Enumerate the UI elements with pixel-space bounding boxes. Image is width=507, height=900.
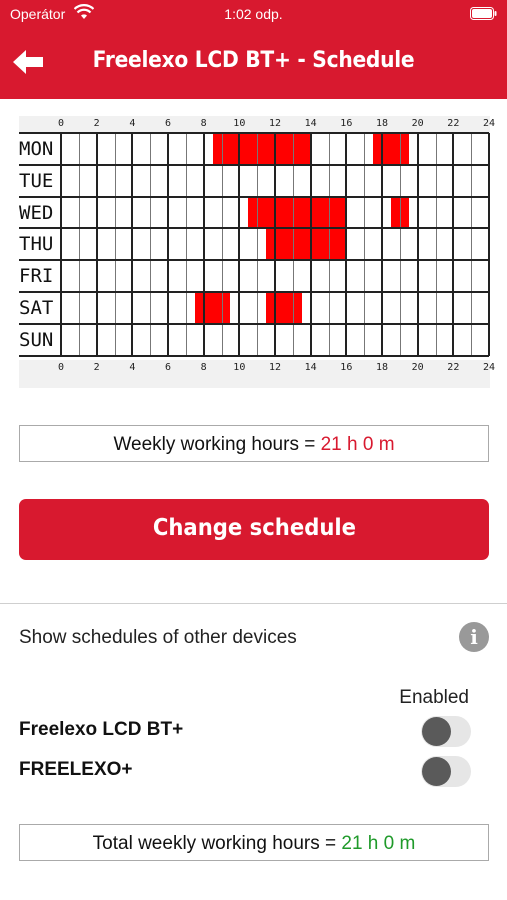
total-hours-value: 21 h 0 m <box>341 833 416 854</box>
hour-tick-label: 22 <box>447 362 460 373</box>
weekly-hours-value: 21 h 0 m <box>320 434 395 455</box>
hour-tick-label: 14 <box>304 362 317 373</box>
change-schedule-label: Change schedule <box>152 515 356 541</box>
hour-tick-label: 12 <box>268 362 282 373</box>
hour-tick-label: 16 <box>340 362 353 373</box>
hour-tick-label: 2 <box>93 362 100 373</box>
page-title: Freelexo LCD BT+ - Schedule <box>92 48 415 73</box>
grid-hline <box>19 259 489 262</box>
day-label-tue: TUE <box>19 169 54 192</box>
schedule-block <box>373 133 409 165</box>
day-label-sun: SUN <box>19 328 54 351</box>
hour-tick-label: 4 <box>129 362 136 373</box>
day-label-mon: MON <box>19 138 54 160</box>
clock: 1:02 odp. <box>224 6 283 22</box>
hour-tick-label: 2 <box>93 118 100 129</box>
toggle-knob <box>422 717 451 746</box>
hour-tick-label: 24 <box>482 362 496 373</box>
grid-hline <box>19 132 489 134</box>
schedule-grid: MON TUE WED THU FRI SAT SUN <box>19 132 490 360</box>
battery-icon <box>470 7 497 20</box>
change-schedule-button[interactable]: Change schedule <box>19 499 489 560</box>
grid-hline <box>19 227 489 230</box>
hour-tick-label: 10 <box>233 362 246 373</box>
day-label-sat: SAT <box>19 297 54 319</box>
enabled-column-header: Enabled <box>399 687 469 708</box>
hour-tick-label: 22 <box>447 118 460 129</box>
hour-tick-label: 8 <box>200 362 207 373</box>
show-other-schedules-label: Show schedules of other devices <box>19 627 297 648</box>
hour-tick-label: 6 <box>164 362 172 373</box>
grid-hline <box>19 354 489 357</box>
hour-tick-label: 10 <box>233 118 246 129</box>
weekly-schedule-chart: 0 2 4 6 8 10 12 14 16 18 20 22 24 MON TUE WED THU FRI SAT… <box>19 116 495 388</box>
hour-axis-bottom: 0 2 4 6 8 10 12 14 16 18 20 22 24 <box>19 360 495 376</box>
hour-tick-label: 6 <box>164 118 172 129</box>
section-divider <box>0 603 507 604</box>
hour-tick-label: 18 <box>375 362 389 373</box>
hour-tick-label: 20 <box>411 362 424 373</box>
hour-tick-label: 8 <box>200 118 207 129</box>
total-hours-label: Total weekly working hours = <box>92 833 342 854</box>
status-bar: Operátor 1:02 odp. <box>0 0 507 28</box>
day-label-thu: THU <box>19 233 54 256</box>
info-icon[interactable]: i <box>459 622 489 652</box>
schedule-block <box>248 196 275 229</box>
hour-tick-label: 20 <box>411 118 424 129</box>
top-bar: Operátor 1:02 odp. Freelexo LCD BT+ - Sc… <box>0 0 507 99</box>
day-label-wed: WED <box>19 201 54 224</box>
hour-tick-label: 12 <box>268 118 282 129</box>
device-enabled-toggle[interactable] <box>421 756 471 787</box>
device-name: FREELEXO+ <box>19 759 133 780</box>
hour-tick-label: 18 <box>375 118 389 129</box>
hour-tick-label: 0 <box>57 362 65 373</box>
device-enabled-toggle[interactable] <box>421 716 471 747</box>
grid-hline <box>19 195 489 198</box>
hour-tick-label: 4 <box>129 118 136 129</box>
hour-tick-label: 14 <box>304 118 317 129</box>
hour-tick-label: 16 <box>340 118 353 129</box>
toggle-knob <box>422 757 451 786</box>
day-label-fri: FRI <box>19 265 54 288</box>
hour-tick-label: 0 <box>57 118 65 129</box>
grid-hline <box>19 163 489 166</box>
grid-hline <box>19 322 489 325</box>
total-hours-box: Total weekly working hours = 21 h 0 m <box>19 824 489 861</box>
weekly-hours-box: Weekly working hours = 21 h 0 m <box>19 425 489 462</box>
device-name: Freelexo LCD BT+ <box>19 719 184 740</box>
hour-axis-top: 0 2 4 6 8 10 12 14 16 18 20 22 24 <box>19 116 495 132</box>
hour-tick-label: 24 <box>482 118 496 129</box>
weekly-hours-label: Weekly working hours = <box>113 434 321 455</box>
grid-hline <box>19 291 489 293</box>
